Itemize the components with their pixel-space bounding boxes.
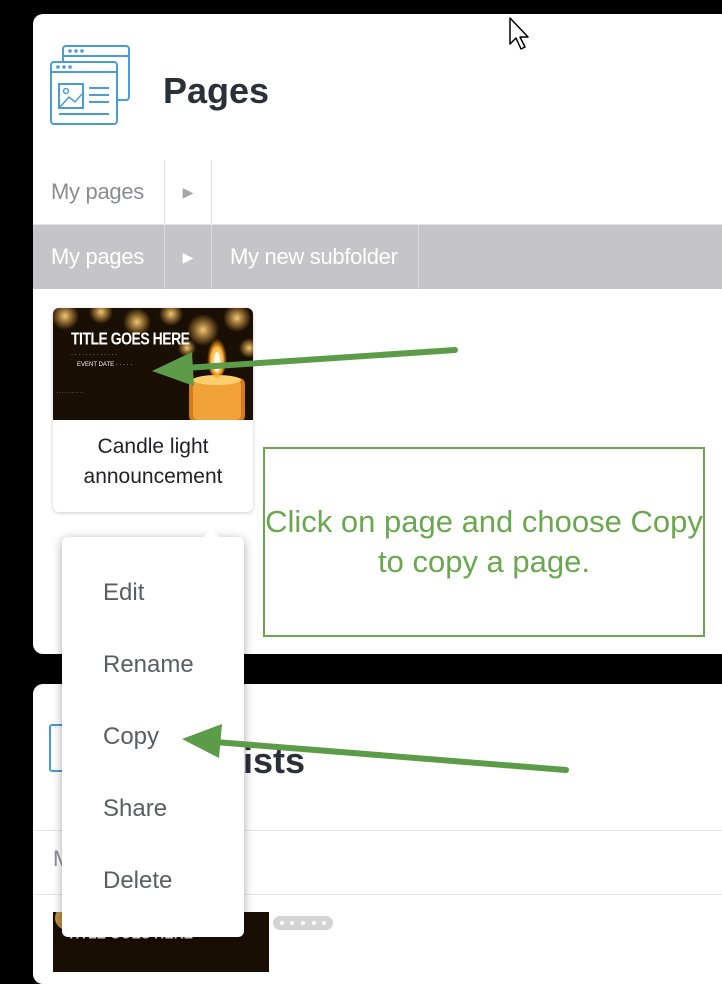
annotation-arrows — [152, 347, 569, 773]
cursor-icon — [509, 17, 529, 50]
arrow-icon — [182, 724, 569, 773]
arrow-icon — [152, 347, 458, 386]
